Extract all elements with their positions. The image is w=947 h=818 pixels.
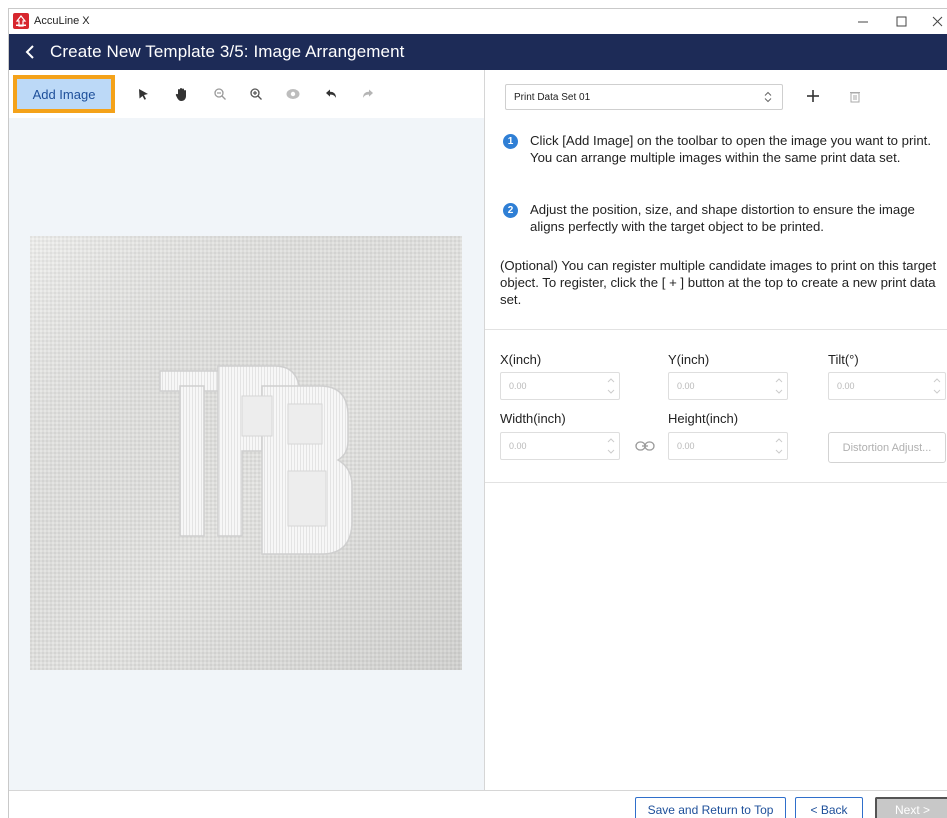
y-label: Y(inch) [668,352,710,367]
distortion-adjust-button[interactable]: Distortion Adjust... [828,432,946,463]
print-data-set-select[interactable]: Print Data Set 01 [505,84,783,110]
canvas-pane: Add Image [9,70,484,790]
redo-icon[interactable] [358,84,378,104]
tilt-value: 0.00 [837,381,855,391]
close-window-button[interactable] [919,9,947,34]
zoom-in-icon[interactable] [246,84,266,104]
height-input[interactable]: 0.00 [668,432,788,460]
save-and-return-button[interactable]: Save and Return to Top [635,797,786,818]
trash-icon [850,91,860,102]
footer-bar: Save and Return to Top < Back Next > [9,790,947,818]
optional-instruction: (Optional) You can register multiple can… [500,258,937,307]
width-input[interactable]: 0.00 [500,432,620,460]
width-value: 0.00 [509,441,527,451]
x-input[interactable]: 0.00 [500,372,620,400]
step-text: Click [Add Image] on the toolbar to open… [530,133,931,165]
step-text: Adjust the position, size, and shape dis… [530,202,915,234]
preview-eye-icon[interactable] [283,84,303,104]
step-number-badge: 1 [503,134,518,149]
height-label: Height(inch) [668,411,739,426]
app-logo-icon [13,13,29,29]
divider [485,329,947,330]
tilt-input[interactable]: 0.00 [828,372,946,400]
spinner-icon[interactable] [607,436,615,458]
print-data-set-value: Print Data Set 01 [514,91,591,103]
width-label: Width(inch) [500,411,566,426]
y-value: 0.00 [677,381,695,391]
properties-pane: Print Data Set 01 1 Click [Add Image] on… [484,70,947,790]
placed-image-tpb-embroidery[interactable] [30,236,462,670]
back-chevron-icon[interactable] [25,45,35,64]
y-input[interactable]: 0.00 [668,372,788,400]
app-title: AccuLine X [34,15,90,27]
pan-hand-icon[interactable] [172,84,192,104]
link-aspect-ratio-icon[interactable] [635,439,655,458]
spinner-icon[interactable] [775,376,783,398]
add-image-button[interactable]: Add Image [17,79,111,109]
updown-arrows-icon [764,91,772,106]
step-number-badge: 2 [503,203,518,218]
spinner-icon[interactable] [775,436,783,458]
page-header: Create New Template 3/5: Image Arrangeme… [9,34,947,70]
minimize-button[interactable] [845,9,881,34]
title-bar: AccuLine X [9,9,947,34]
add-print-data-set-button[interactable] [803,86,823,106]
plus-icon [807,90,819,102]
x-label: X(inch) [500,352,542,367]
spinner-icon[interactable] [933,376,941,398]
select-arrow-icon[interactable] [133,84,153,104]
page-title: Create New Template 3/5: Image Arrangeme… [50,42,405,61]
undo-icon[interactable] [321,84,341,104]
app-window: AccuLine X Create New Template 3/5: Imag… [8,8,947,818]
next-button[interactable]: Next > [875,797,947,818]
maximize-button[interactable] [883,9,919,34]
zoom-out-icon[interactable] [210,84,230,104]
back-button[interactable]: < Back [795,797,863,818]
x-value: 0.00 [509,381,527,391]
height-value: 0.00 [677,441,695,451]
delete-print-data-set-button[interactable] [846,87,864,105]
spinner-icon[interactable] [607,376,615,398]
tilt-label: Tilt(°) [828,352,859,367]
canvas-toolbar: Add Image [9,70,484,118]
divider [485,482,947,483]
